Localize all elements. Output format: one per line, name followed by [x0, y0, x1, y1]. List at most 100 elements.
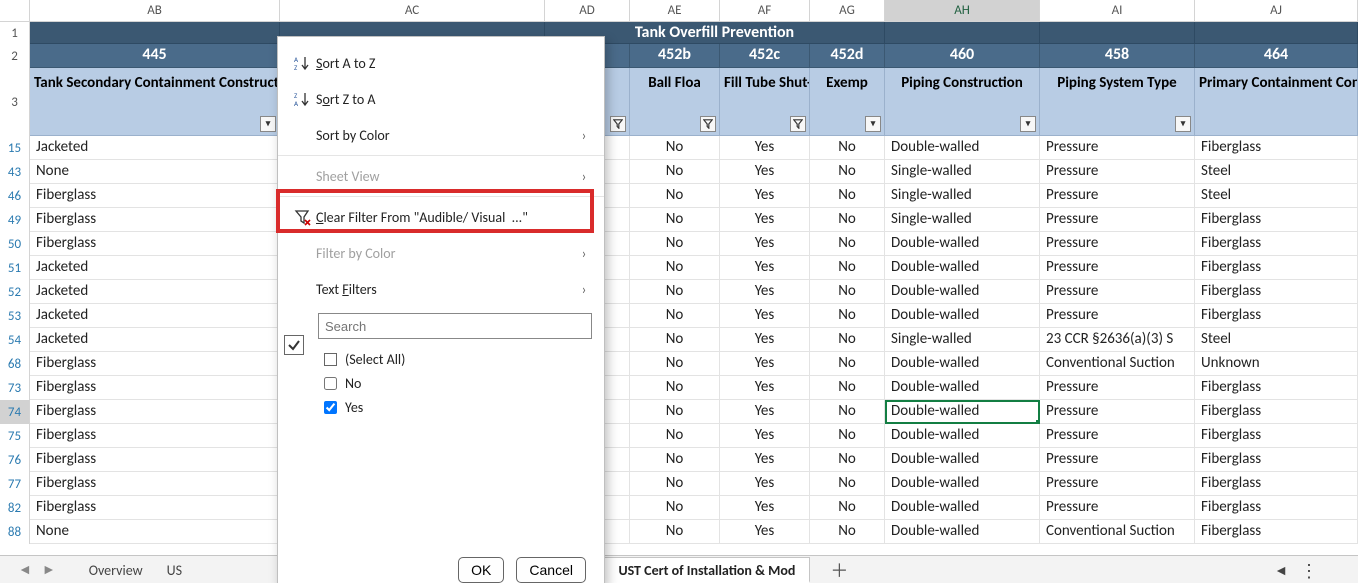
cell-exempt[interactable]: No [810, 304, 885, 328]
row-header[interactable]: 77 [0, 472, 30, 496]
row-header[interactable]: 74 [0, 400, 30, 424]
cell-secondary[interactable]: Fiberglass [30, 472, 280, 496]
cell-fill-tube[interactable]: Yes [720, 232, 810, 256]
cell-exempt[interactable]: No [810, 280, 885, 304]
cell-secondary[interactable]: Fiberglass [30, 400, 280, 424]
cell-ball-float[interactable]: No [630, 400, 720, 424]
cell-exempt[interactable]: No [810, 424, 885, 448]
filter-option-yes[interactable]: Yes [318, 395, 592, 419]
cell-ball-float[interactable]: No [630, 376, 720, 400]
cell-fill-tube[interactable]: Yes [720, 184, 810, 208]
cell-piping-construction[interactable]: Double-walled [885, 232, 1040, 256]
cell-piping-system[interactable]: Pressure [1040, 472, 1195, 496]
cell-primary-containment[interactable]: Fiberglass [1195, 424, 1358, 448]
cell-piping-system[interactable]: Pressure [1040, 184, 1195, 208]
cell-piping-system[interactable]: Pressure [1040, 256, 1195, 280]
cell-piping-construction[interactable]: Single-walled [885, 184, 1040, 208]
filter-button-piping-system[interactable]: ▾ [1175, 116, 1191, 132]
row-header[interactable]: 73 [0, 376, 30, 400]
cell-primary-containment[interactable]: Fiberglass [1195, 448, 1358, 472]
cell-secondary[interactable]: Jacketed [30, 328, 280, 352]
cell-secondary[interactable]: Fiberglass [30, 496, 280, 520]
cell-ball-float[interactable]: No [630, 328, 720, 352]
cell-piping-construction[interactable]: Double-walled [885, 496, 1040, 520]
row-header[interactable]: 50 [0, 232, 30, 256]
cell-piping-construction[interactable]: Double-walled [885, 448, 1040, 472]
filter-button-exempt[interactable]: ▾ [865, 116, 881, 132]
cell-piping-system[interactable]: Pressure [1040, 400, 1195, 424]
cell-fill-tube[interactable]: Yes [720, 256, 810, 280]
cell-exempt[interactable]: No [810, 232, 885, 256]
cell-piping-system[interactable]: Pressure [1040, 208, 1195, 232]
cell-exempt[interactable]: No [810, 136, 885, 160]
cell-secondary[interactable]: Fiberglass [30, 376, 280, 400]
cell-ball-float[interactable]: No [630, 304, 720, 328]
menu-sort-by-color[interactable]: Sort by Color › [278, 117, 604, 153]
col-header-AF[interactable]: AF [720, 0, 810, 21]
cell-piping-system[interactable]: 23 CCR §2636(a)(3) S [1040, 328, 1195, 352]
select-all-corner[interactable] [0, 0, 30, 21]
cell-primary-containment[interactable]: Fiberglass [1195, 208, 1358, 232]
cell-secondary[interactable]: Fiberglass [30, 352, 280, 376]
cell-piping-construction[interactable]: Double-walled [885, 520, 1040, 544]
cell-piping-construction[interactable]: Single-walled [885, 160, 1040, 184]
row-header[interactable]: 15 [0, 136, 30, 160]
col-header-AG[interactable]: AG [810, 0, 885, 21]
cell-primary-containment[interactable]: Steel [1195, 328, 1358, 352]
cell-piping-system[interactable]: Pressure [1040, 136, 1195, 160]
cell-piping-construction[interactable]: Double-walled [885, 304, 1040, 328]
filter-button-audible-visual[interactable] [610, 116, 626, 132]
cell-primary-containment[interactable]: Unknown [1195, 352, 1358, 376]
cell-ball-float[interactable]: No [630, 208, 720, 232]
tab-ust-cert[interactable]: UST Cert of Installation & Mod [603, 557, 810, 583]
toggle-selection-checkbox[interactable] [284, 335, 304, 355]
filter-button-piping-construction[interactable]: ▾ [1020, 116, 1036, 132]
filter-button-fill-tube[interactable] [790, 116, 806, 132]
cell-secondary[interactable]: None [30, 520, 280, 544]
cell-fill-tube[interactable]: Yes [720, 208, 810, 232]
row-header[interactable]: 76 [0, 448, 30, 472]
cell-secondary[interactable]: Fiberglass [30, 232, 280, 256]
cell-secondary[interactable]: Jacketed [30, 280, 280, 304]
cell-exempt[interactable]: No [810, 160, 885, 184]
tab-options-icon[interactable]: ⋮ [1300, 560, 1318, 582]
cell-ball-float[interactable]: No [630, 520, 720, 544]
cell-piping-system[interactable]: Pressure [1040, 496, 1195, 520]
cell-piping-construction[interactable]: Double-walled [885, 136, 1040, 160]
cell-ball-float[interactable]: No [630, 280, 720, 304]
cell-ball-float[interactable]: No [630, 136, 720, 160]
cell-secondary[interactable]: None [30, 160, 280, 184]
cell-fill-tube[interactable]: Yes [720, 520, 810, 544]
cell-exempt[interactable]: No [810, 208, 885, 232]
col-header-AC[interactable]: AC [280, 0, 545, 21]
add-sheet-button[interactable]: ＋ [830, 557, 848, 583]
cell-fill-tube[interactable]: Yes [720, 304, 810, 328]
row-header[interactable]: 52 [0, 280, 30, 304]
col-header-AI[interactable]: AI [1040, 0, 1195, 21]
cell-ball-float[interactable]: No [630, 448, 720, 472]
cell-fill-tube[interactable]: Yes [720, 400, 810, 424]
cell-primary-containment[interactable]: Fiberglass [1195, 496, 1358, 520]
cell-exempt[interactable]: No [810, 328, 885, 352]
cell-secondary[interactable]: Jacketed [30, 256, 280, 280]
menu-sort-za[interactable]: ZA Sort Z to A [278, 81, 604, 117]
tab-nav-next-icon[interactable]: ► [42, 561, 56, 578]
cell-secondary[interactable]: Fiberglass [30, 448, 280, 472]
col-header-AE[interactable]: AE [630, 0, 720, 21]
col-header-AH[interactable]: AH [885, 0, 1040, 21]
cell-piping-construction[interactable]: Double-walled [885, 400, 1040, 424]
cell-piping-construction[interactable]: Double-walled [885, 472, 1040, 496]
menu-text-filters[interactable]: Text Filters › [278, 271, 604, 307]
row-header-3[interactable]: 3 [0, 68, 30, 136]
filter-button-tank-secondary[interactable]: ▾ [260, 116, 276, 132]
row-header[interactable]: 82 [0, 496, 30, 520]
cell-primary-containment[interactable]: Fiberglass [1195, 376, 1358, 400]
cell-secondary[interactable]: Jacketed [30, 304, 280, 328]
cell-fill-tube[interactable]: Yes [720, 136, 810, 160]
tab-scroll-left-icon[interactable]: ◄ [1274, 562, 1288, 579]
row-header[interactable]: 49 [0, 208, 30, 232]
tab-nav-prev-icon[interactable]: ◄ [18, 561, 32, 578]
cell-fill-tube[interactable]: Yes [720, 424, 810, 448]
cell-secondary[interactable]: Fiberglass [30, 208, 280, 232]
cell-primary-containment[interactable]: Fiberglass [1195, 400, 1358, 424]
